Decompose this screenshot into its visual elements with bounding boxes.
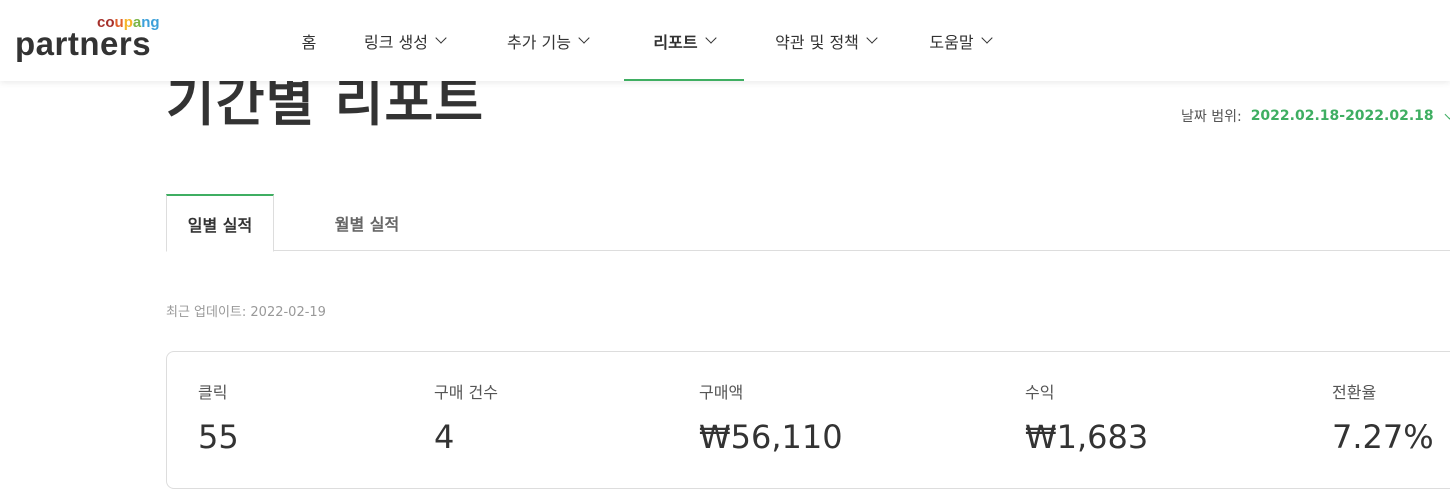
nav-item-label: 홈: [301, 32, 317, 52]
stat-label: 구매액: [699, 383, 744, 402]
tab-monthly[interactable]: 월별 실적: [306, 194, 428, 251]
nav-item-extra-features[interactable]: 추가 기능: [471, 0, 624, 81]
coupang-partners-logo[interactable]: coupang partners: [15, 14, 165, 64]
chevron-down-icon: [704, 32, 717, 44]
chevron-down-icon: [866, 32, 878, 44]
logo-letter: g: [150, 14, 160, 31]
stat-value: ₩1,683: [1025, 418, 1149, 456]
tab-daily[interactable]: 일별 실적: [166, 194, 274, 252]
nav-item-label: 추가 기능: [507, 32, 571, 52]
nav-item-home[interactable]: 홈: [280, 0, 338, 81]
stat-label: 구매 건수: [434, 383, 498, 402]
tab-label: 월별 실적: [334, 214, 400, 234]
nav-item-label: 도움말: [929, 32, 974, 52]
nav-item-label: 리포트: [653, 32, 698, 52]
date-range-selector[interactable]: 날짜 범위: 2022.02.18-2022.02.18 채: [1181, 106, 1450, 126]
stat-value: 4: [434, 418, 455, 456]
nav-item-help[interactable]: 도움말: [907, 0, 1013, 81]
tab-label: 일별 실적: [187, 215, 253, 235]
stat-label: 클릭: [198, 383, 228, 402]
chevron-down-icon: [578, 32, 590, 44]
report-tabs: 일별 실적 월별 실적: [166, 194, 1450, 252]
nav-item-report[interactable]: 리포트: [624, 0, 744, 81]
chevron-down-icon: [980, 32, 993, 44]
nav-item-link-create[interactable]: 링크 생성: [338, 0, 471, 81]
top-header: coupang partners 홈 링크 생성 추가 기능 리포트 약관 및 …: [0, 0, 1450, 81]
last-updated-text: 최근 업데이트: 2022-02-19: [166, 305, 326, 320]
chevron-down-icon[interactable]: [1444, 109, 1450, 119]
stat-value: 7.27%: [1332, 418, 1434, 456]
stat-value: 55: [198, 418, 239, 456]
main-nav: 홈 링크 생성 추가 기능 리포트 약관 및 정책 도움말: [280, 0, 1013, 81]
chevron-down-icon: [435, 32, 447, 44]
logo-partners-wordmark: partners: [15, 25, 152, 62]
nav-item-label: 링크 생성: [364, 32, 428, 52]
nav-item-terms-policy[interactable]: 약관 및 정책: [744, 0, 907, 81]
date-range-label: 날짜 범위:: [1181, 109, 1242, 125]
nav-item-label: 약관 및 정책: [775, 32, 859, 52]
stat-label: 전환율: [1332, 383, 1377, 402]
stats-summary-card: 클릭 55 구매 건수 4 구매액 ₩56,110 수익 ₩1,683 전환율 …: [166, 351, 1450, 489]
date-range-value[interactable]: 2022.02.18-2022.02.18: [1251, 108, 1434, 124]
stat-label: 수익: [1025, 383, 1055, 402]
stat-value: ₩56,110: [699, 418, 843, 456]
